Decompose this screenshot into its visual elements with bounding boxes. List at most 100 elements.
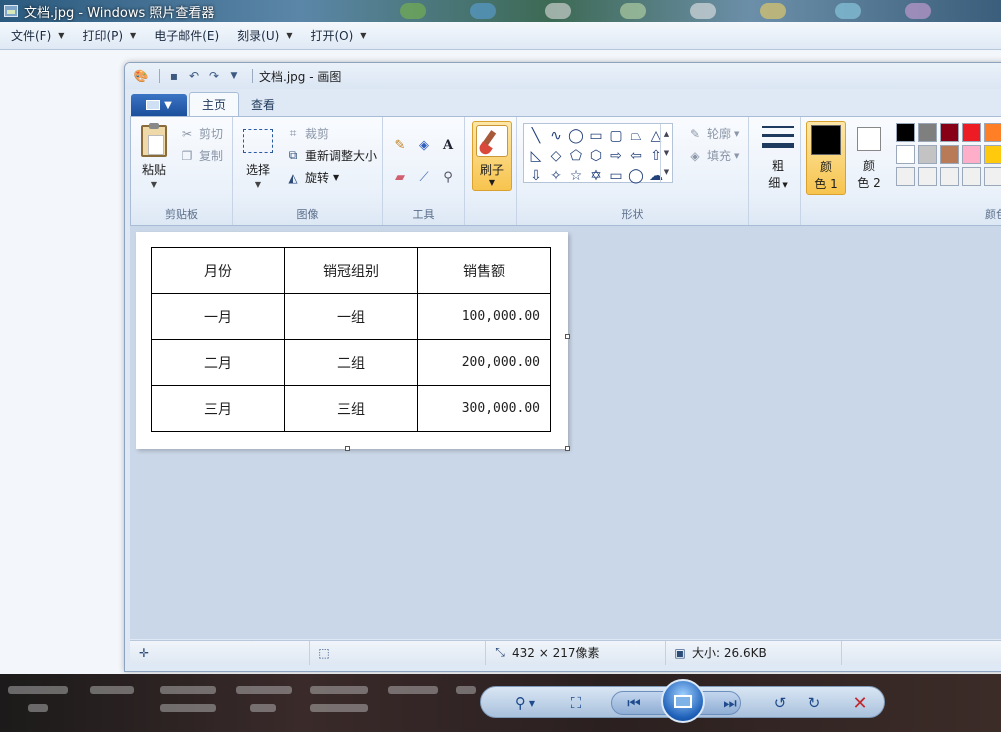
ribbon-tabs: ▼ 主页 查看: [125, 90, 1001, 116]
slideshow-button[interactable]: [661, 679, 705, 723]
magnifier-icon[interactable]: ⚲: [437, 167, 459, 187]
palette-swatch[interactable]: [962, 167, 981, 186]
fill-bucket-icon[interactable]: ◈: [413, 135, 435, 155]
resize-button[interactable]: ⧉ 重新调整大小: [285, 147, 377, 164]
menu-icon: [146, 100, 161, 110]
group-tools: ✎ ◈ A ▰ ⟋ ⚲ 工具: [383, 117, 465, 225]
palette-swatch[interactable]: [896, 145, 915, 164]
tab-home[interactable]: 主页: [189, 92, 240, 116]
palette-swatch[interactable]: [962, 145, 981, 164]
tab-view[interactable]: 查看: [239, 92, 287, 116]
oval-shape-icon[interactable]: ◯: [566, 126, 586, 146]
crop-button[interactable]: ⌗ 裁剪: [285, 125, 329, 142]
menu-file[interactable]: 文件(F) ▼: [2, 25, 73, 47]
status-file-size: ▣ 大小: 26.6KB: [666, 640, 842, 665]
diamond-shape-icon[interactable]: ◇: [546, 146, 566, 166]
menu-email[interactable]: 电子邮件(E): [145, 25, 228, 47]
hexagon-shape-icon[interactable]: ⬡: [586, 146, 606, 166]
palette-swatch[interactable]: [918, 145, 937, 164]
rounded-rectangle-shape-icon[interactable]: ▢: [606, 126, 626, 146]
table-cell: 二组: [284, 339, 418, 386]
four-point-star-icon[interactable]: ✧: [546, 166, 566, 186]
window-title: 文档.jpg - Windows 照片查看器: [24, 5, 215, 21]
chevron-down-icon: ▼: [286, 31, 293, 40]
previous-button[interactable]: ⏮: [621, 691, 647, 715]
group-label-tools: 工具: [412, 208, 435, 221]
resize-handle-corner[interactable]: [565, 446, 570, 451]
line-shape-icon[interactable]: ╲: [526, 126, 546, 146]
line-width-icon: [762, 123, 794, 151]
rotate-right-button[interactable]: ↻: [801, 691, 827, 715]
paste-button[interactable]: 粘贴 ▼: [141, 123, 167, 189]
paint-menu-button[interactable]: ▼: [131, 94, 187, 116]
viewer-controls-bar: ⚲ ▼ ⛶ ⏮ ⏭ ↺ ↻ ✕: [480, 679, 885, 723]
menu-burn[interactable]: 刻录(U) ▼: [228, 25, 301, 47]
zoom-button[interactable]: ⚲ ▼: [505, 691, 545, 715]
table-cell: 一月: [151, 293, 285, 340]
rotate-left-button[interactable]: ↺: [767, 691, 793, 715]
status-cursor-position: ✛: [130, 640, 310, 665]
paint-window-title: 文档.jpg - 画图: [259, 69, 342, 84]
table-cell: 300,000.00: [417, 385, 551, 432]
drawing-canvas[interactable]: 月份 销冠组别 销售额 一月 一组 100,000.00 二月 二组 200,0…: [136, 232, 568, 449]
table-cell: 三月: [151, 385, 285, 432]
palette-swatch[interactable]: [918, 123, 937, 142]
size-button[interactable]: 粗 细 ▼: [759, 123, 797, 191]
color-2-button[interactable]: 颜 色 2: [849, 121, 889, 195]
pencil-icon[interactable]: ✎: [389, 135, 411, 155]
text-icon[interactable]: A: [437, 135, 459, 155]
cut-button[interactable]: ✂ 剪切: [179, 125, 223, 142]
palette-swatch[interactable]: [918, 167, 937, 186]
palette-swatch[interactable]: [984, 167, 1001, 186]
pentagon-shape-icon[interactable]: ⬠: [566, 146, 586, 166]
group-label-clipboard: 剪贴板: [165, 208, 198, 221]
menu-open[interactable]: 打开(O) ▼: [301, 25, 375, 47]
group-image: 选择 ▼ ⌗ 裁剪 ⧉ 重新调整大小 ◭ 旋转 ▼ 图像: [233, 117, 383, 225]
rotate-button[interactable]: ◭ 旋转 ▼: [285, 169, 339, 186]
color-picker-icon[interactable]: ⟋: [413, 167, 435, 187]
status-dimensions: ⤡ 432 × 217像素: [486, 640, 666, 665]
shapes-scrollbar[interactable]: ▲ ▼ ▼: [660, 124, 672, 182]
outline-button[interactable]: ✎ 轮廓 ▼: [687, 125, 739, 142]
magnifier-icon: ⚲: [514, 694, 526, 712]
eraser-icon[interactable]: ▰: [389, 167, 411, 187]
rectangle-shape-icon[interactable]: ▭: [586, 126, 606, 146]
oval-callout-icon[interactable]: ◯: [626, 166, 646, 186]
palette-swatch[interactable]: [940, 167, 959, 186]
select-button[interactable]: 选择 ▼: [243, 125, 273, 189]
delete-button[interactable]: ✕: [847, 691, 873, 715]
down-arrow-shape-icon[interactable]: ⇩: [526, 166, 546, 186]
next-button[interactable]: ⏭: [717, 691, 743, 715]
save-icon[interactable]: ▪: [166, 68, 182, 84]
resize-handle-right[interactable]: [565, 334, 570, 339]
palette-swatch[interactable]: [896, 167, 915, 186]
undo-icon[interactable]: ↶: [186, 68, 202, 84]
disk-icon: ▣: [674, 645, 686, 660]
next-icon: ⏭: [723, 694, 737, 712]
polygon-shape-icon[interactable]: ⏢: [626, 126, 646, 146]
six-point-star-icon[interactable]: ✡: [586, 166, 606, 186]
redo-icon[interactable]: ↷: [206, 68, 222, 84]
color-1-button[interactable]: 颜 色 1: [806, 121, 846, 195]
clipboard-icon: [141, 123, 167, 157]
right-arrow-shape-icon[interactable]: ⇨: [606, 146, 626, 166]
actual-size-button[interactable]: ⛶: [563, 691, 589, 715]
fill-button[interactable]: ◈ 填充 ▼: [687, 147, 739, 164]
previous-icon: ⏮: [627, 694, 641, 712]
palette-swatch[interactable]: [984, 145, 1001, 164]
customize-dropdown-icon[interactable]: ▼: [226, 68, 242, 84]
palette-swatch[interactable]: [984, 123, 1001, 142]
palette-swatch[interactable]: [940, 123, 959, 142]
palette-swatch[interactable]: [896, 123, 915, 142]
menu-print[interactable]: 打印(P) ▼: [73, 25, 145, 47]
rect-callout-icon[interactable]: ▭: [606, 166, 626, 186]
five-point-star-icon[interactable]: ☆: [566, 166, 586, 186]
right-triangle-shape-icon[interactable]: ◺: [526, 146, 546, 166]
resize-handle-bottom[interactable]: [345, 446, 350, 451]
palette-swatch[interactable]: [962, 123, 981, 142]
left-arrow-shape-icon[interactable]: ⇦: [626, 146, 646, 166]
copy-button[interactable]: ❐ 复制: [179, 147, 223, 164]
curve-shape-icon[interactable]: ∿: [546, 126, 566, 146]
palette-swatch[interactable]: [940, 145, 959, 164]
group-clipboard: 粘贴 ▼ ✂ 剪切 ❐ 复制 剪贴板: [131, 117, 233, 225]
